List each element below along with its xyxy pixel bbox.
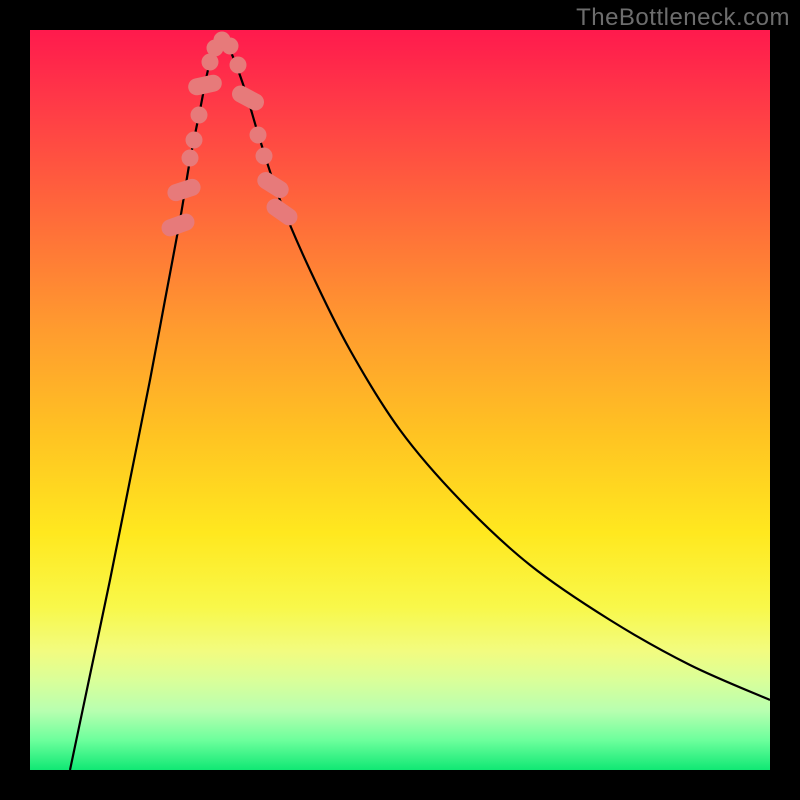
bead-long [229, 83, 267, 114]
bead-round [256, 148, 273, 165]
bottleneck-curve [70, 40, 770, 770]
bead-round [230, 57, 247, 74]
bead-round [186, 132, 203, 149]
bead-round [222, 38, 239, 55]
chart-frame: TheBottleneck.com [0, 0, 800, 800]
bead-long [254, 169, 292, 201]
bead-round [182, 150, 199, 167]
bead-long [187, 73, 224, 97]
bead-long [263, 195, 301, 228]
bead-cluster [159, 32, 301, 239]
bead-round [191, 107, 208, 124]
curve-svg [30, 30, 770, 770]
plot-area [30, 30, 770, 770]
watermark-text: TheBottleneck.com [576, 4, 790, 32]
bead-round [250, 127, 267, 144]
